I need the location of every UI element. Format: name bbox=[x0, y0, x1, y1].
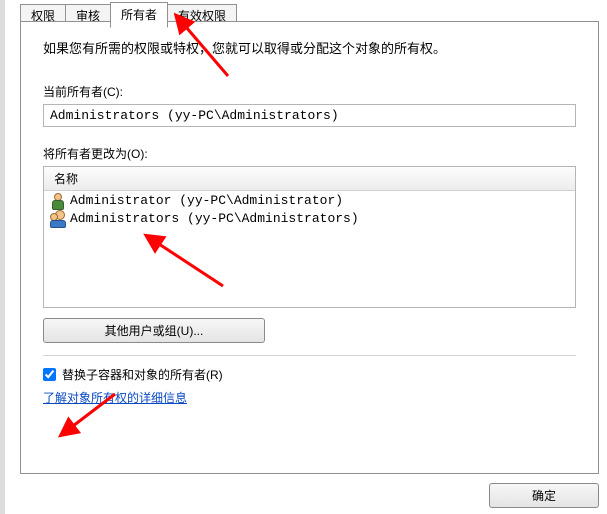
tab-owner[interactable]: 所有者 bbox=[110, 2, 168, 28]
owner-candidates-list[interactable]: 名称 Administrator (yy-PC\Administrator) A… bbox=[43, 166, 576, 308]
ok-button[interactable]: 确定 bbox=[489, 483, 599, 508]
list-column-name-header[interactable]: 名称 bbox=[44, 167, 575, 191]
owner-tab-panel: 如果您有所需的权限或特权，您就可以取得或分配这个对象的所有权。 当前所有者(C)… bbox=[20, 21, 599, 474]
advanced-security-window: 权限 审核 所有者 有效权限 如果您有所需的权限或特权，您就可以取得或分配这个对… bbox=[0, 0, 607, 514]
intro-text: 如果您有所需的权限或特权，您就可以取得或分配这个对象的所有权。 bbox=[43, 38, 576, 57]
other-principal-row: 其他用户或组(U)... bbox=[43, 318, 576, 343]
divider bbox=[43, 355, 576, 356]
change-owner-to-label: 将所有者更改为(O): bbox=[43, 145, 576, 162]
group-icon bbox=[50, 211, 66, 227]
other-user-or-group-button[interactable]: 其他用户或组(U)... bbox=[43, 318, 265, 343]
replace-children-checkbox[interactable] bbox=[43, 368, 56, 381]
list-item[interactable]: Administrators (yy-PC\Administrators) bbox=[44, 210, 575, 228]
list-body: Administrator (yy-PC\Administrator) Admi… bbox=[44, 191, 575, 229]
list-item-label: Administrators (yy-PC\Administrators) bbox=[70, 210, 359, 228]
user-icon bbox=[50, 193, 66, 209]
current-owner-label: 当前所有者(C): bbox=[43, 83, 576, 100]
dialog-footer: 确定 bbox=[489, 483, 599, 508]
replace-children-row[interactable]: 替换子容器和对象的所有者(R) bbox=[43, 366, 576, 383]
replace-children-label: 替换子容器和对象的所有者(R) bbox=[62, 366, 223, 383]
current-owner-value: Administrators (yy-PC\Administrators) bbox=[43, 104, 576, 127]
list-item-label: Administrator (yy-PC\Administrator) bbox=[70, 192, 343, 210]
list-item[interactable]: Administrator (yy-PC\Administrator) bbox=[44, 192, 575, 210]
learn-more-link[interactable]: 了解对象所有权的详细信息 bbox=[43, 391, 187, 405]
